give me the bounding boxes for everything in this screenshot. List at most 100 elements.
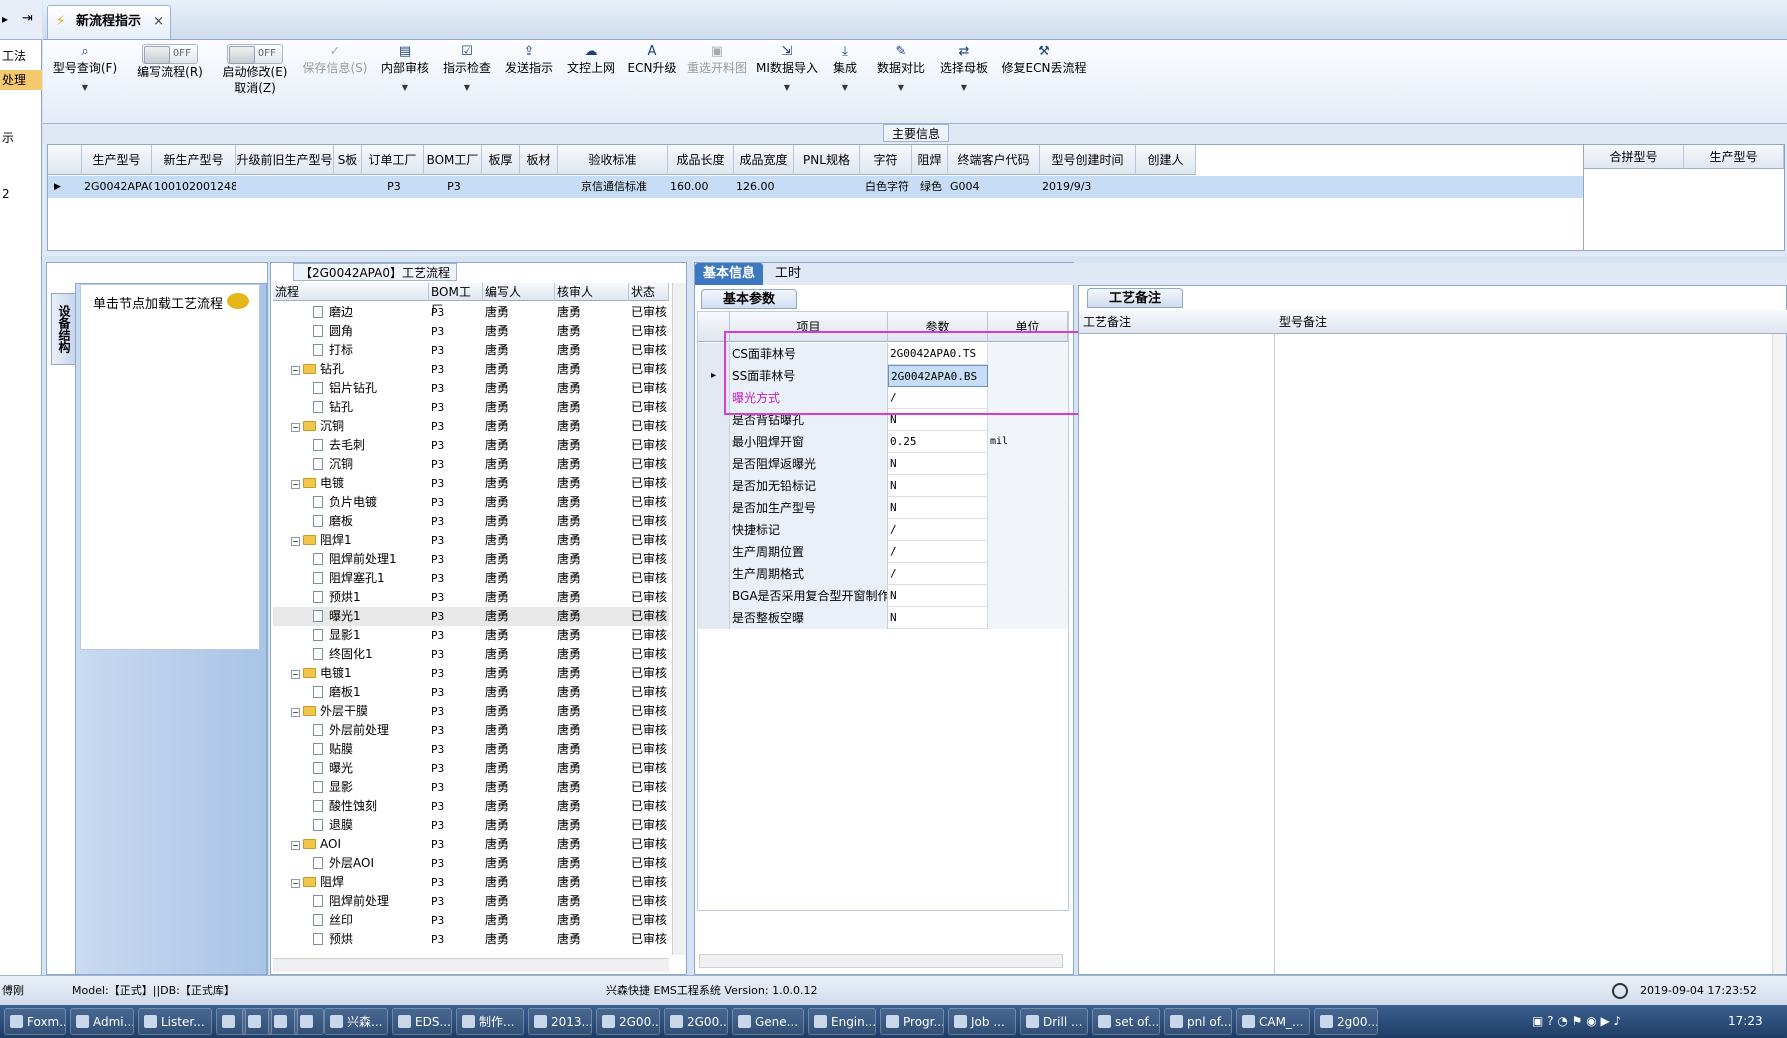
- param-value-input[interactable]: N: [888, 497, 988, 519]
- collapse-icon[interactable]: −: [291, 366, 300, 375]
- tree-leaf-node[interactable]: 磨板1 P3 唐勇 唐勇 已审核: [273, 683, 669, 702]
- col-production-model[interactable]: 生产型号: [1684, 145, 1784, 169]
- tab-work-hours[interactable]: 工时: [767, 263, 809, 285]
- collapse-icon[interactable]: −: [291, 708, 300, 717]
- taskbar-button[interactable]: set of...: [1092, 1008, 1160, 1035]
- chevron-down-icon[interactable]: ▼: [439, 80, 495, 96]
- param-value-input[interactable]: N: [888, 453, 988, 475]
- reselect-map-button[interactable]: ▣ 重选开料图: [685, 44, 749, 76]
- taskbar-button[interactable]: Engin...: [808, 1008, 876, 1035]
- param-value-input[interactable]: N: [888, 585, 988, 607]
- nav-item-4[interactable]: 2: [0, 184, 42, 204]
- chevron-down-icon[interactable]: ▼: [377, 80, 433, 96]
- param-row[interactable]: 快捷标记 /: [698, 519, 1070, 541]
- instruction-check-button[interactable]: ☑ 指示检查 ▼: [439, 44, 495, 96]
- col-reviewer[interactable]: 核审人: [555, 283, 629, 301]
- tree-leaf-node[interactable]: 负片电镀 P3 唐勇 唐勇 已审核: [273, 493, 669, 512]
- taskbar-button[interactable]: 2G00...: [664, 1008, 728, 1035]
- taskbar-button[interactable]: Foxm...: [4, 1008, 66, 1035]
- col-main-6[interactable]: BOM工厂: [424, 145, 482, 175]
- param-value-input[interactable]: /: [888, 541, 988, 563]
- param-row[interactable]: 最小阻焊开窗 0.25 mil: [698, 431, 1070, 453]
- col-main-1[interactable]: 生产型号: [82, 145, 152, 175]
- col-main-4[interactable]: S板: [334, 145, 362, 175]
- param-value-input[interactable]: N: [888, 475, 988, 497]
- chevron-down-icon[interactable]: ▼: [827, 80, 863, 96]
- taskbar-button[interactable]: 2013...: [528, 1008, 592, 1035]
- col-main-8[interactable]: 板材: [520, 145, 558, 175]
- taskbar-button[interactable]: [294, 1008, 324, 1035]
- param-row[interactable]: 生产周期位置 /: [698, 541, 1070, 563]
- param-row[interactable]: 是否整板空曝 N: [698, 607, 1070, 629]
- repair-ecn-button[interactable]: ⚒ 修复ECN丢流程: [999, 44, 1089, 76]
- nav-item-3[interactable]: 示: [0, 128, 42, 148]
- tree-group-node[interactable]: − 阻焊 P3 唐勇 唐勇 已审核: [273, 873, 669, 892]
- param-row[interactable]: 是否加生产型号 N: [698, 497, 1070, 519]
- mi-import-button[interactable]: ⇲ MI数据导入 ▼: [755, 44, 819, 96]
- taskbar-button[interactable]: 制作...: [456, 1008, 524, 1035]
- col-merge-model[interactable]: 合拼型号: [1584, 145, 1684, 169]
- select-template-button[interactable]: ⇄ 选择母板 ▼: [935, 44, 993, 96]
- col-main-16[interactable]: 型号创建时间: [1040, 145, 1136, 175]
- tree-leaf-node[interactable]: 圆角 P3 唐勇 唐勇 已审核: [273, 322, 669, 341]
- col-main-9[interactable]: 验收标准: [558, 145, 668, 175]
- collapse-icon[interactable]: −: [291, 670, 300, 679]
- chevron-down-icon[interactable]: ▼: [935, 80, 993, 96]
- tree-leaf-node[interactable]: 外层AOI P3 唐勇 唐勇 已审核: [273, 854, 669, 873]
- collapse-icon[interactable]: −: [291, 841, 300, 850]
- param-row[interactable]: 是否阻焊返曝光 N: [698, 453, 1070, 475]
- load-flow-card[interactable]: 单击节点加载工艺流程: [80, 284, 260, 650]
- ecn-upgrade-button[interactable]: A ECN升级: [625, 44, 679, 76]
- tree-group-node[interactable]: − 外层干膜 P3 唐勇 唐勇 已审核: [273, 702, 669, 721]
- vertical-tab-equipment[interactable]: 设备结构: [51, 293, 75, 365]
- param-row[interactable]: 是否加无铅标记 N: [698, 475, 1070, 497]
- taskbar-button[interactable]: 2g00...: [1314, 1008, 1378, 1035]
- param-value-input[interactable]: /: [888, 519, 988, 541]
- tree-leaf-node[interactable]: 外层前处理 P3 唐勇 唐勇 已审核: [273, 721, 669, 740]
- chevron-down-icon[interactable]: ▼: [49, 80, 121, 96]
- collapse-icon[interactable]: −: [291, 879, 300, 888]
- tree-leaf-node[interactable]: 阻焊前处理 P3 唐勇 唐勇 已审核: [273, 892, 669, 911]
- tree-leaf-node[interactable]: 预烘1 P3 唐勇 唐勇 已审核: [273, 588, 669, 607]
- tree-leaf-node[interactable]: 沉铜 P3 唐勇 唐勇 已审核: [273, 455, 669, 474]
- nav-item-1[interactable]: 工法: [0, 46, 42, 66]
- model-query-button[interactable]: ⌕ 型号查询(F) ▼: [49, 44, 121, 96]
- taskbar-button[interactable]: 2G00...: [596, 1008, 660, 1035]
- taskbar-button[interactable]: 兴森...: [324, 1008, 388, 1035]
- start-modify-switch[interactable]: OFF: [227, 44, 283, 64]
- chevron-down-icon[interactable]: ▼: [873, 80, 929, 96]
- taskbar-button[interactable]: Admi...: [70, 1008, 134, 1035]
- col-process-remarks[interactable]: 工艺备注: [1083, 310, 1131, 334]
- taskbar-button[interactable]: EDS...: [392, 1008, 452, 1035]
- col-writer[interactable]: 编写人: [483, 283, 555, 301]
- tree-leaf-node[interactable]: 去毛刺 P3 唐勇 唐勇 已审核: [273, 436, 669, 455]
- tree-leaf-node[interactable]: 曝光 P3 唐勇 唐勇 已审核: [273, 759, 669, 778]
- taskbar-button[interactable]: Drill ...: [1020, 1008, 1088, 1035]
- tree-group-node[interactable]: − 钻孔 P3 唐勇 唐勇 已审核: [273, 360, 669, 379]
- internal-review-button[interactable]: ▤ 内部审核 ▼: [377, 44, 433, 96]
- collapse-icon[interactable]: −: [291, 480, 300, 489]
- tree-leaf-node[interactable]: 阻焊前处理1 P3 唐勇 唐勇 已审核: [273, 550, 669, 569]
- nav-arrow-icon[interactable]: ▸: [2, 12, 8, 26]
- close-icon[interactable]: ×: [153, 6, 164, 38]
- param-value-input[interactable]: N: [888, 607, 988, 629]
- col-status[interactable]: 状态: [629, 283, 669, 301]
- tree-leaf-node[interactable]: 钻孔 P3 唐勇 唐勇 已审核: [273, 398, 669, 417]
- tree-leaf-node[interactable]: 预烘 P3 唐勇 唐勇 已审核: [273, 930, 669, 949]
- tree-leaf-node[interactable]: 打标 P3 唐勇 唐勇 已审核: [273, 341, 669, 360]
- params-horizontal-scrollbar[interactable]: [699, 954, 1063, 968]
- tree-group-node[interactable]: − 电镀 P3 唐勇 唐勇 已审核: [273, 474, 669, 493]
- edit-flow-switch[interactable]: OFF: [142, 44, 198, 64]
- taskbar-button[interactable]: Gene...: [732, 1008, 804, 1035]
- tree-leaf-node[interactable]: 终固化1 P3 唐勇 唐勇 已审核: [273, 645, 669, 664]
- save-info-button[interactable]: ✓ 保存信息(S): [297, 44, 373, 76]
- param-value-input[interactable]: /: [888, 563, 988, 585]
- tree-leaf-node[interactable]: 贴膜 P3 唐勇 唐勇 已审核: [273, 740, 669, 759]
- edit-flow-toggle[interactable]: OFF 编写流程(R): [129, 44, 211, 80]
- doc-upload-button[interactable]: ☁ 文控上网: [563, 44, 619, 76]
- model-remarks-textarea[interactable]: [1277, 334, 1771, 974]
- tree-group-node[interactable]: − AOI P3 唐勇 唐勇 已审核: [273, 835, 669, 854]
- tab-basic-info[interactable]: 基本信息: [695, 263, 764, 285]
- nav-item-2[interactable]: 处理: [0, 70, 42, 90]
- col-model-remarks[interactable]: 型号备注: [1279, 310, 1327, 334]
